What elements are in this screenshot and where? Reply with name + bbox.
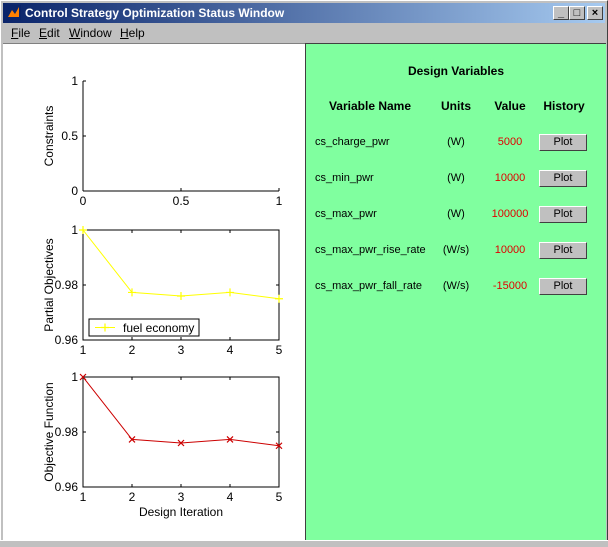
x-tick-label: 2	[129, 490, 136, 504]
legend-label: fuel economy	[123, 321, 194, 335]
variable-value: 10000	[494, 244, 526, 256]
y-axis-label: Constraints	[42, 106, 56, 167]
variable-units: (W/s)	[442, 244, 470, 256]
data-point-marker	[275, 294, 283, 303]
variable-units: (W)	[447, 172, 465, 184]
x-tick-label: 5	[276, 490, 283, 504]
x-tick-label: 1	[276, 194, 283, 208]
design-variables-panel: Design Variables Variable Name Units Val…	[305, 43, 606, 541]
plot-button-cs-max-pwr-fall-rate[interactable]: Plot	[539, 278, 587, 295]
plot-button-cs-max-pwr-rise-rate[interactable]: Plot	[539, 242, 587, 259]
series-line	[82, 376, 280, 447]
menu-file-label: ile	[18, 26, 31, 40]
x-tick-label: 3	[178, 490, 185, 504]
menu-bar: File Edit Window Help	[3, 24, 605, 42]
x-tick-label: 1	[80, 343, 87, 357]
menu-edit-label: dit	[47, 26, 60, 40]
matlab-icon	[6, 5, 21, 20]
variable-value: 5000	[497, 136, 523, 148]
plot-frame	[82, 376, 280, 488]
window-title: Control Strategy Optimization Status Win…	[25, 6, 285, 20]
x-axis-label: Design Iteration	[139, 505, 223, 519]
series-line	[82, 229, 280, 300]
menu-help-label: elp	[128, 26, 145, 40]
y-tick-label: 0	[71, 184, 78, 198]
x-tick-label: 4	[227, 343, 234, 357]
maximize-button[interactable]: □	[569, 6, 585, 20]
header-units: Units	[441, 99, 471, 113]
status-window: Control Strategy Optimization Status Win…	[0, 0, 608, 546]
close-button[interactable]: ×	[587, 6, 603, 20]
variable-name: cs_max_pwr_fall_rate	[315, 280, 422, 292]
variable-units: (W)	[447, 136, 465, 148]
y-tick-label: 1	[71, 370, 78, 384]
data-point-marker	[226, 288, 234, 297]
variable-value: -15000	[492, 280, 528, 292]
menu-help-accel: H	[120, 26, 129, 40]
menu-window[interactable]: Window	[69, 26, 112, 40]
x-tick-label: 3	[178, 343, 185, 357]
y-tick-label: 0.5	[61, 129, 78, 143]
variable-value: 10000	[494, 172, 526, 184]
y-tick-label: 0.98	[55, 278, 79, 292]
menu-file[interactable]: File	[11, 26, 30, 40]
minimize-button[interactable]: _	[553, 6, 569, 20]
variable-value: 100000	[491, 208, 529, 220]
menu-window-accel: W	[69, 26, 81, 40]
menu-edit[interactable]: Edit	[39, 26, 60, 40]
menu-window-label: indow	[80, 26, 112, 40]
y-tick-label: 0.98	[55, 425, 79, 439]
data-point-marker	[177, 292, 185, 300]
x-tick-label: 0	[80, 194, 87, 208]
y-tick-label: 1	[71, 74, 78, 88]
y-axis-label: Objective Function	[42, 382, 56, 481]
x-tick-label: 5	[276, 343, 283, 357]
variable-units: (W)	[447, 208, 465, 220]
x-tick-label: 2	[129, 343, 136, 357]
x-tick-label: 4	[227, 490, 234, 504]
plot-button-cs-min-pwr[interactable]: Plot	[539, 170, 587, 187]
header-variable-name: Variable Name	[328, 99, 412, 113]
plot-button-cs-max-pwr[interactable]: Plot	[539, 206, 587, 223]
header-history: History	[543, 99, 585, 113]
variable-name: cs_min_pwr	[315, 172, 374, 184]
variable-name: cs_charge_pwr	[315, 136, 390, 148]
title-bar[interactable]: Control Strategy Optimization Status Win…	[3, 3, 605, 23]
menu-edit-accel: E	[39, 26, 48, 40]
variable-name: cs_max_pwr	[315, 208, 377, 220]
x-tick-label: 0.5	[173, 194, 190, 208]
variable-name: cs_max_pwr_rise_rate	[315, 244, 426, 256]
x-tick-label: 1	[80, 490, 87, 504]
variable-units: (W/s)	[442, 280, 470, 292]
y-tick-label: 1	[71, 223, 78, 237]
y-tick-label: 0.96	[55, 480, 79, 494]
charts-canvas: 0 0.5 1 0 0.5 1 Constraints 1 2 3 4 5 0.96 0.98 1 Parti…	[42, 74, 283, 519]
plot-button-cs-charge-pwr[interactable]: Plot	[539, 134, 587, 151]
design-variables-title: Design Variables	[407, 64, 505, 78]
y-tick-label: 0.96	[55, 333, 79, 347]
menu-help[interactable]: Help	[120, 26, 145, 40]
header-value: Value	[494, 99, 526, 113]
y-axis-label: Partial Objectives	[42, 238, 56, 331]
